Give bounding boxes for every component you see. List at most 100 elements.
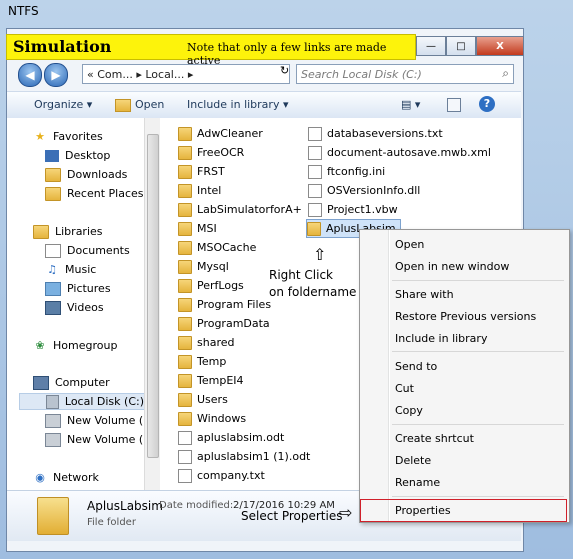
list-item[interactable]: PerfLogs xyxy=(178,277,244,294)
annotation-right-click: Right Click xyxy=(269,268,334,282)
folder-icon xyxy=(178,145,192,160)
views-button[interactable]: ▤ ▾ xyxy=(401,98,420,111)
nav-pictures[interactable]: Pictures xyxy=(45,280,111,297)
nav-homegroup[interactable]: ❀ Homegroup xyxy=(33,337,117,354)
close-button[interactable]: X xyxy=(476,36,524,56)
nav-new-volume-f[interactable]: New Volume (F:) xyxy=(45,431,157,448)
list-item[interactable]: company.txt xyxy=(178,467,265,484)
menu-item-open-new-window[interactable]: Open in new window xyxy=(395,256,509,276)
menu-item-create-shortcut[interactable]: Create shrtcut xyxy=(395,428,474,448)
menu-item-share-with[interactable]: Share with xyxy=(395,284,454,304)
list-item[interactable]: ftconfig.ini xyxy=(308,163,385,180)
address-bar[interactable]: « Com... ▸ Local... ▸ xyxy=(82,64,290,84)
navigation-pane: ★ Favorites Desktop Downloads Recent Plac… xyxy=(7,118,160,490)
folder-icon xyxy=(178,335,192,350)
forward-button[interactable]: ▶ xyxy=(44,63,68,87)
list-item[interactable]: Program Files xyxy=(178,296,271,313)
document-icon xyxy=(178,430,192,445)
nav-desktop[interactable]: Desktop xyxy=(45,147,110,164)
nav-libraries[interactable]: Libraries xyxy=(33,223,103,240)
list-item[interactable]: Intel xyxy=(178,182,221,199)
search-icon[interactable]: ⌕ xyxy=(502,66,509,81)
menu-separator xyxy=(392,351,564,352)
nav-recent-places[interactable]: Recent Places xyxy=(45,185,144,202)
nav-videos[interactable]: Videos xyxy=(45,299,104,316)
menu-item-open[interactable]: Open xyxy=(395,234,424,254)
nav-network[interactable]: ◉ Network xyxy=(33,469,99,486)
simulation-title: Simulation xyxy=(13,37,112,56)
context-menu: Open Open in new window Share with Resto… xyxy=(359,229,570,523)
list-item[interactable]: MSOCache xyxy=(178,239,256,256)
menu-item-cut[interactable]: Cut xyxy=(395,378,414,398)
nav-documents[interactable]: Documents xyxy=(45,242,130,259)
minimize-button[interactable]: — xyxy=(416,36,446,56)
list-item[interactable]: apluslabsim.odt xyxy=(178,429,284,446)
recent-places-icon xyxy=(45,186,61,201)
search-input[interactable]: Search Local Disk (C:) ⌕ xyxy=(296,64,514,84)
nav-new-volume-e[interactable]: New Volume (E:) xyxy=(45,412,158,429)
folder-icon xyxy=(178,240,192,255)
preview-pane-icon[interactable] xyxy=(447,98,461,112)
list-item[interactable]: LabSimulatorforA+ xyxy=(178,201,302,218)
documents-icon xyxy=(45,243,61,258)
maximize-button[interactable]: □ xyxy=(446,36,476,56)
organize-button[interactable]: Organize ▾ xyxy=(34,98,92,111)
list-item[interactable]: document-autosave.mwb.xml xyxy=(308,144,491,161)
folder-icon xyxy=(178,354,192,369)
nav-favorites[interactable]: ★ Favorites xyxy=(33,128,103,145)
list-item[interactable]: Windows xyxy=(178,410,246,427)
include-in-library-button[interactable]: Include in library ▾ xyxy=(187,98,288,111)
folder-icon xyxy=(178,373,192,388)
search-placeholder: Search Local Disk (C:) xyxy=(301,67,422,81)
nav-local-disk-c[interactable]: Local Disk (C:) xyxy=(19,393,145,410)
list-item[interactable]: OSVersionInfo.dll xyxy=(308,182,420,199)
menu-separator xyxy=(392,496,564,497)
large-folder-icon xyxy=(37,497,69,535)
folder-icon xyxy=(178,278,192,293)
list-item[interactable]: FRST xyxy=(178,163,225,180)
list-item[interactable]: FreeOCR xyxy=(178,144,244,161)
folder-icon xyxy=(178,297,192,312)
list-item[interactable]: TempEI4 xyxy=(178,372,244,389)
menu-item-delete[interactable]: Delete xyxy=(395,450,431,470)
open-folder-icon xyxy=(115,99,131,112)
folder-icon xyxy=(178,259,192,274)
details-type: File folder xyxy=(87,517,136,528)
nav-scrollbar-thumb[interactable] xyxy=(147,134,159,458)
list-item[interactable]: MSI xyxy=(178,220,217,237)
local-disk-icon xyxy=(46,394,59,409)
menu-item-include-in-library[interactable]: Include in library xyxy=(395,328,487,348)
text-file-icon xyxy=(308,126,322,141)
computer-icon xyxy=(33,375,49,390)
folder-icon xyxy=(307,221,321,236)
help-button[interactable]: ? xyxy=(479,96,495,112)
list-item[interactable]: databaseversions.txt xyxy=(308,125,443,142)
menu-item-restore-previous-versions[interactable]: Restore Previous versions xyxy=(395,306,536,326)
menu-item-copy[interactable]: Copy xyxy=(395,400,423,420)
desktop-icon xyxy=(45,149,59,162)
downloads-icon xyxy=(45,167,61,182)
refresh-icon[interactable]: ↻ xyxy=(280,64,294,82)
annotation-on-foldername: on foldername xyxy=(269,285,357,299)
xml-file-icon xyxy=(308,145,322,160)
list-item[interactable]: apluslabsim1 (1).odt xyxy=(178,448,310,465)
nav-music[interactable]: ♫ Music xyxy=(45,261,96,278)
folder-icon xyxy=(178,164,192,179)
nav-downloads[interactable]: Downloads xyxy=(45,166,127,183)
open-button[interactable]: Open xyxy=(135,98,164,111)
nav-scrollbar[interactable] xyxy=(144,118,160,490)
list-item[interactable]: shared xyxy=(178,334,234,351)
details-name: AplusLabsim xyxy=(87,499,163,513)
back-button[interactable]: ◀ xyxy=(18,63,42,87)
list-item[interactable]: AdwCleaner xyxy=(178,125,263,142)
list-item[interactable]: Mysql xyxy=(178,258,229,275)
list-item[interactable]: Users xyxy=(178,391,228,408)
list-item[interactable]: Temp xyxy=(178,353,226,370)
window-title: NTFS xyxy=(8,4,39,18)
list-item[interactable]: ProgramData xyxy=(178,315,270,332)
menu-item-send-to[interactable]: Send to xyxy=(395,356,437,376)
menu-item-rename[interactable]: Rename xyxy=(395,472,440,492)
list-item[interactable]: Project1.vbw xyxy=(308,201,398,218)
nav-computer[interactable]: Computer xyxy=(33,374,110,391)
folder-icon xyxy=(178,183,192,198)
